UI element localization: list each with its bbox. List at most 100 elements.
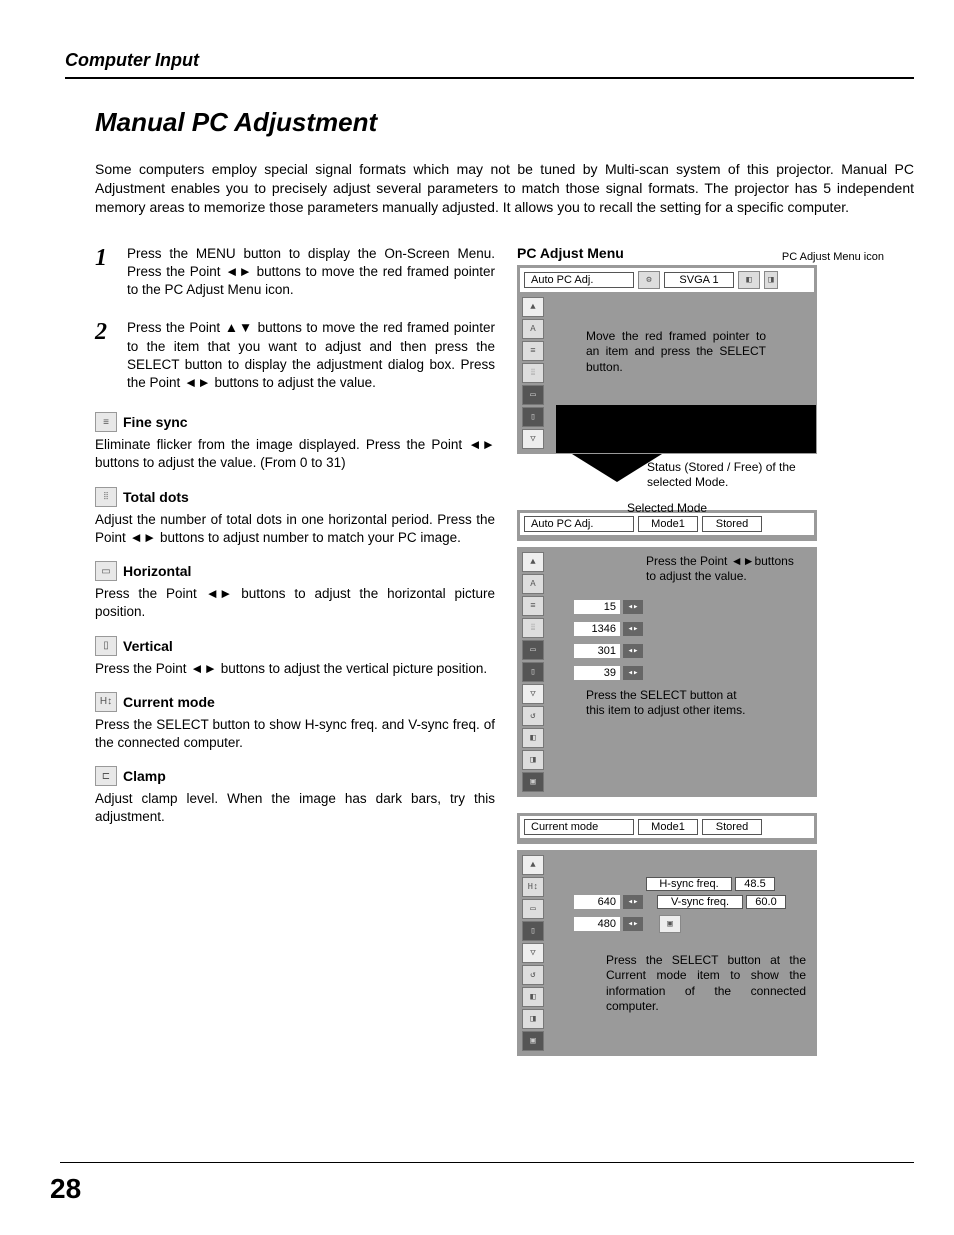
value-fine-sync: 15 [574,600,620,614]
horizontal-menu-icon[interactable]: ▭ [522,385,544,405]
hsync-label: H-sync freq. [646,877,732,891]
menu-block-2: ▲ A ≡ ⦙⦙ ▭ ▯ ▽ ↺ ◧ ◨ ▣ Press the Point ◄… [517,547,817,797]
m3-icon-d[interactable]: ↺ [522,965,544,985]
dark-arrow-body [556,405,816,453]
figure-column: PC Adjust Menu PC Adjust Menu icon Auto … [517,245,914,1056]
m3-current-mode-icon[interactable]: H↕ [522,877,544,897]
m2-auto-icon[interactable]: A [522,574,544,594]
horizontal-text: Press the Point ◄► buttons to adjust the… [95,585,495,621]
section-vertical: ▯ Vertical Press the Point ◄► buttons to… [95,636,495,678]
total-dots-icon: ⦙⦙ [95,487,117,507]
current-mode-title: Current mode [123,694,215,710]
current-mode-bar: Current mode Mode1 Stored [517,813,817,844]
caption-press-select-current: Press the SELECT button at the Current m… [606,953,806,1015]
adjust-arrows-h[interactable]: ◂▸ [623,917,643,931]
clamp-title: Clamp [123,768,166,784]
page-title: Manual PC Adjustment [95,107,914,138]
value-horizontal: 301 [574,644,620,658]
nav-down-icon[interactable]: ▽ [522,429,544,449]
current-bar-status: Stored [702,819,762,835]
clamp-text: Adjust clamp level. When the image has d… [95,790,495,826]
vertical-text: Press the Point ◄► buttons to adjust the… [95,660,495,678]
section-fine-sync: ≡ Fine sync Eliminate flicker from the i… [95,412,495,472]
intro-paragraph: Some computers employ special signal for… [95,160,914,217]
value-width: 640 [574,895,620,909]
current-bar-mode: Mode1 [638,819,698,835]
m2-nav-up-icon[interactable]: ▲ [522,552,544,572]
pc-adjust-menu-title: PC Adjust Menu [517,245,624,261]
menu-block-3: ▲ H↕ ▭ ▯ ▽ ↺ ◧ ◨ ▣ H-sync freq. 48.5 [517,850,817,1056]
menu-1-icon-column: ▲ A ≡ ⦙⦙ ▭ ▯ ▽ [520,295,546,451]
menu-block-1: Auto PC Adj. ⚙ SVGA 1 ◧ ◨ ▲ A ≡ ⦙⦙ ▭ ▯ ▽… [517,265,817,454]
current-mode-icon: H↕ [95,692,117,712]
mode-bar-mode: Mode1 [638,516,698,532]
section-clamp: ⊏ Clamp Adjust clamp level. When the ima… [95,766,495,826]
caption-press-select-other: Press the SELECT button at this item to … [586,688,756,719]
caption-status: Status (Stored / Free) of the selected M… [647,460,827,491]
adjust-arrows-3[interactable]: ◂▸ [623,644,643,658]
m2-icon-a[interactable]: ↺ [522,706,544,726]
m3-icon-g[interactable]: ▣ [522,1031,544,1051]
fine-sync-menu-icon[interactable]: ≡ [522,341,544,361]
menu-1-svga-label: SVGA 1 [664,272,734,288]
total-dots-title: Total dots [123,489,189,505]
m2-icon-d[interactable]: ▣ [522,772,544,792]
section-header: Computer Input [65,50,914,71]
exit-icon[interactable]: ▣ [659,915,681,933]
step-1-number: 1 [95,245,113,300]
caption-press-point: Press the Point ◄►buttons to adjust the … [646,554,806,585]
menu-1-icon-a: ◧ [738,271,760,289]
menu-3-icon-column: ▲ H↕ ▭ ▯ ▽ ↺ ◧ ◨ ▣ [520,853,546,1053]
adjust-arrows-2[interactable]: ◂▸ [623,622,643,636]
fine-sync-text: Eliminate flicker from the image display… [95,436,495,472]
auto-adj-icon[interactable]: A [522,319,544,339]
vsync-value: 60.0 [746,895,786,909]
m2-nav-down-icon[interactable]: ▽ [522,684,544,704]
menu-1-topbar: Auto PC Adj. ⚙ SVGA 1 ◧ ◨ [520,268,814,295]
m3-icon-b[interactable]: ▭ [522,899,544,919]
value-height: 480 [574,917,620,931]
nav-up-icon[interactable]: ▲ [522,297,544,317]
menu-1-icon-b: ◨ [764,271,778,289]
horizontal-icon: ▭ [95,561,117,581]
m3-nav-up-icon[interactable]: ▲ [522,855,544,875]
step-1-text: Press the MENU button to display the On-… [127,245,495,300]
m2-vertical-icon[interactable]: ▯ [522,662,544,682]
vertical-icon: ▯ [95,636,117,656]
caption-selected-mode: Selected Mode [627,501,707,517]
m2-icon-c[interactable]: ◨ [522,750,544,770]
hsync-value: 48.5 [735,877,775,891]
vertical-title: Vertical [123,638,173,654]
clamp-icon: ⊏ [95,766,117,786]
m3-icon-f[interactable]: ◨ [522,1009,544,1029]
m3-icon-e[interactable]: ◧ [522,987,544,1007]
header-rule [65,77,914,79]
m3-icon-c[interactable]: ▯ [522,921,544,941]
m2-horizontal-icon[interactable]: ▭ [522,640,544,660]
adjust-arrows-1[interactable]: ◂▸ [623,600,643,614]
fine-sync-icon: ≡ [95,412,117,432]
m2-icon-b[interactable]: ◧ [522,728,544,748]
step-1: 1 Press the MENU button to display the O… [95,245,495,300]
step-2: 2 Press the Point ▲▼ buttons to move the… [95,319,495,392]
menu-1-tool-icon: ⚙ [638,271,660,289]
caption-move-pointer: Move the red framed pointer to an item a… [586,329,766,376]
section-horizontal: ▭ Horizontal Press the Point ◄► buttons … [95,561,495,621]
horizontal-title: Horizontal [123,563,191,579]
mode-bar-status: Stored [702,516,762,532]
vertical-menu-icon[interactable]: ▯ [522,407,544,427]
mode-bar-label: Auto PC Adj. [524,516,634,532]
total-dots-text: Adjust the number of total dots in one h… [95,511,495,547]
pc-adjust-icon-label: PC Adjust Menu icon [782,251,884,263]
m2-fine-sync-icon[interactable]: ≡ [522,596,544,616]
menu-2-icon-column: ▲ A ≡ ⦙⦙ ▭ ▯ ▽ ↺ ◧ ◨ ▣ [520,550,546,794]
m3-nav-down-icon[interactable]: ▽ [522,943,544,963]
page-number: 28 [50,1173,81,1205]
adjust-arrows-w[interactable]: ◂▸ [623,895,643,909]
m2-total-dots-icon[interactable]: ⦙⦙ [522,618,544,638]
value-total-dots: 1346 [574,622,620,636]
adjust-arrows-4[interactable]: ◂▸ [623,666,643,680]
vsync-label: V-sync freq. [657,895,743,909]
section-current-mode: H↕ Current mode Press the SELECT button … [95,692,495,752]
total-dots-menu-icon[interactable]: ⦙⦙ [522,363,544,383]
